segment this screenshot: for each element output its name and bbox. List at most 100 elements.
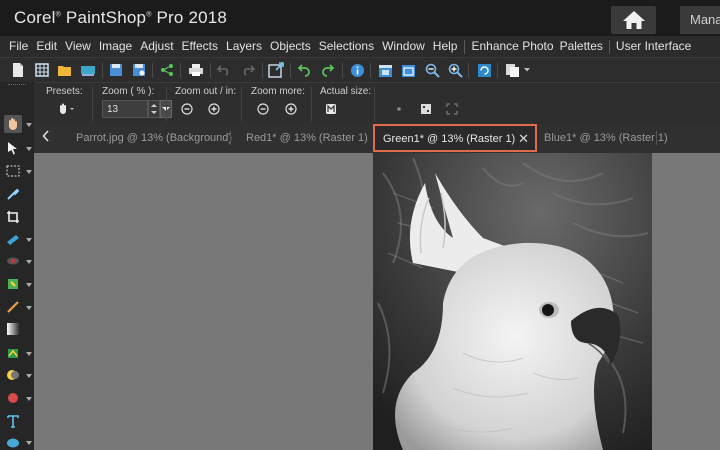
toolbar-separator-2 <box>152 63 153 78</box>
grid-icon[interactable] <box>34 62 50 78</box>
tab-blue1[interactable]: Blue1* @ 13% (Raster 1) <box>536 123 676 153</box>
options-separator-4 <box>311 87 312 121</box>
title-suffix: Pro 2018 <box>156 8 228 27</box>
share-icon[interactable] <box>159 62 175 78</box>
menu-help[interactable]: Help <box>429 36 462 57</box>
tab-parrot[interactable]: Parrot.jpg @ 13% (Background) <box>68 123 240 153</box>
tool-dropdown[interactable] <box>26 441 32 445</box>
tool-dropdown[interactable] <box>26 123 32 127</box>
scanner-icon[interactable] <box>80 62 96 78</box>
menu-separator <box>464 39 466 54</box>
crop-tool-icon[interactable] <box>4 208 22 226</box>
tool-dropdown[interactable] <box>26 260 32 264</box>
zoom-out-button[interactable] <box>180 102 194 116</box>
menu-palettes[interactable]: Palettes <box>557 36 606 57</box>
tool-dropdown[interactable] <box>26 306 32 310</box>
zoom-out-icon[interactable] <box>424 62 440 78</box>
title-main: PaintShop <box>65 8 147 27</box>
refresh-icon[interactable] <box>476 62 492 78</box>
menu-enhance-photo[interactable]: Enhance Photo <box>468 36 556 57</box>
info-icon[interactable] <box>349 62 365 78</box>
options-separator <box>92 87 93 121</box>
menu-view[interactable]: View <box>61 36 95 57</box>
fit-window-icon[interactable] <box>377 62 393 78</box>
zoom-label: Zoom ( % ): <box>102 86 155 97</box>
copy-icon[interactable] <box>505 62 521 78</box>
save-icon[interactable] <box>108 62 124 78</box>
rotate-left-icon[interactable] <box>296 62 312 78</box>
red-eye-tool-icon[interactable] <box>4 252 22 270</box>
menu-bar: File Edit View Image Adjust Effects Laye… <box>0 36 720 57</box>
zoom-in-icon[interactable] <box>447 62 463 78</box>
tool-dropdown[interactable] <box>26 283 32 287</box>
toolbar-separator-5 <box>262 63 263 78</box>
selection-tool-icon[interactable] <box>4 162 22 180</box>
tool-dropdown[interactable] <box>26 374 32 378</box>
tab-separator-2 <box>656 131 657 145</box>
gradient-tool-icon[interactable] <box>4 320 22 338</box>
manage-tab[interactable]: Manage <box>680 6 720 34</box>
options-separator-5 <box>374 87 375 121</box>
actual-size-label: Actual size: <box>320 86 372 97</box>
open-folder-icon[interactable] <box>57 62 73 78</box>
tool-dropdown[interactable] <box>26 238 32 242</box>
dot-option-icon[interactable] <box>392 102 406 116</box>
menu-window[interactable]: Window <box>378 36 429 57</box>
print-icon[interactable] <box>188 62 204 78</box>
clone-tool-icon[interactable] <box>4 275 22 293</box>
menu-adjust[interactable]: Adjust <box>136 36 177 57</box>
pan-tool-icon[interactable] <box>4 115 22 133</box>
copy-dropdown-icon[interactable] <box>522 62 532 78</box>
workspace[interactable] <box>34 153 720 450</box>
zoom-input[interactable] <box>102 100 148 118</box>
zoom-in-button[interactable] <box>207 102 221 116</box>
menu-image[interactable]: Image <box>95 36 136 57</box>
menu-selections[interactable]: Selections <box>315 36 378 57</box>
presets-button[interactable] <box>56 102 76 116</box>
menu-objects[interactable]: Objects <box>266 36 315 57</box>
save-as-icon[interactable] <box>131 62 147 78</box>
tool-dropdown[interactable] <box>26 170 32 174</box>
eraser-tool-icon[interactable] <box>4 389 22 407</box>
toolbar-grip[interactable] <box>8 84 26 88</box>
actual-size-button[interactable] <box>324 102 338 116</box>
toolbar-separator-8 <box>370 63 371 78</box>
tab-green1[interactable]: Green1* @ 13% (Raster 1) ✕ <box>373 124 537 152</box>
chevron-left-icon[interactable] <box>42 130 50 145</box>
brush-tool-icon[interactable] <box>4 298 22 316</box>
redo-disabled-icon[interactable] <box>240 62 256 78</box>
zoom-more-out-button[interactable] <box>256 102 270 116</box>
picture-tube-tool-icon[interactable] <box>4 344 22 362</box>
new-file-icon[interactable] <box>10 62 26 78</box>
options-separator-3 <box>241 87 242 121</box>
fullscreen-option-icon[interactable] <box>445 102 459 116</box>
menu-edit[interactable]: Edit <box>32 36 61 57</box>
resize-icon[interactable] <box>268 62 284 78</box>
tools-toolbar <box>0 82 34 450</box>
text-tool-icon[interactable] <box>4 412 22 430</box>
close-icon[interactable]: ✕ <box>518 126 529 152</box>
tool-dropdown[interactable] <box>26 147 32 151</box>
menu-layers[interactable]: Layers <box>222 36 266 57</box>
dropper-tool-icon[interactable] <box>4 185 22 203</box>
tab-red1[interactable]: Red1* @ 13% (Raster 1) <box>238 123 376 153</box>
cockatoo-photo <box>373 153 652 450</box>
cockatoo-image-canvas[interactable] <box>373 153 652 450</box>
straighten-tool-icon[interactable] <box>4 230 22 248</box>
shape-tool-icon[interactable] <box>4 434 22 450</box>
tool-dropdown[interactable] <box>26 397 32 401</box>
tool-dropdown[interactable] <box>26 352 32 356</box>
menu-effects[interactable]: Effects <box>178 36 222 57</box>
menu-user-interface[interactable]: User Interface <box>613 36 694 57</box>
pick-tool-icon[interactable] <box>4 139 22 157</box>
fit-image-icon[interactable] <box>400 62 416 78</box>
zoom-stepper[interactable] <box>148 100 160 118</box>
dodge-burn-tool-icon[interactable] <box>4 366 22 384</box>
overview-icon[interactable] <box>419 102 433 116</box>
menu-file[interactable]: File <box>5 36 32 57</box>
rotate-right-icon[interactable] <box>320 62 336 78</box>
title-bar: Corel® PaintShop® Pro 2018 Manage <box>0 0 720 36</box>
home-button[interactable] <box>611 6 656 34</box>
zoom-more-in-button[interactable] <box>284 102 298 116</box>
undo-disabled-icon[interactable] <box>216 62 232 78</box>
